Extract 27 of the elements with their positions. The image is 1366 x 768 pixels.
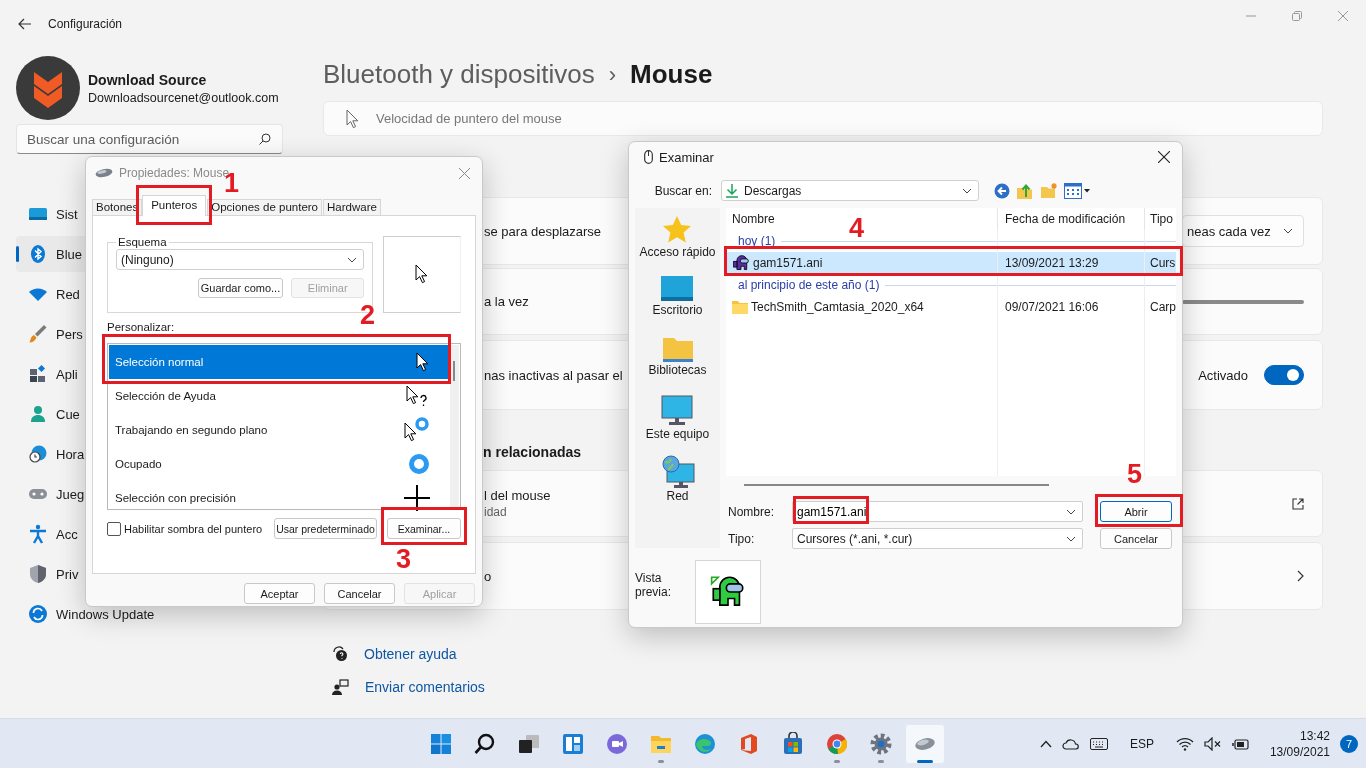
step-number: 2	[360, 302, 376, 329]
step-number: 3	[396, 546, 412, 573]
breadcrumb-separator: ›	[608, 61, 617, 88]
profile-email: Downloadsourcenet@outlook.com	[88, 90, 279, 105]
field-label: Nombre:	[727, 504, 775, 519]
profile-name: Download Source	[88, 71, 208, 88]
clock-date: 13/09/2021	[1269, 743, 1330, 760]
window-title: Configuración	[48, 17, 123, 31]
dialog-title: Examinar	[659, 149, 714, 165]
field-label: Buscar en:	[653, 183, 713, 198]
clock-time: 13:42	[1299, 727, 1330, 744]
page-title: Mouse	[630, 59, 713, 90]
setting-description: idad	[484, 505, 508, 519]
setting-label: l del mouse	[484, 488, 551, 503]
preview-label: Vista previa:	[635, 570, 673, 599]
setting-label: se para desplazarse	[484, 223, 602, 239]
setting-label: a la vez	[484, 294, 529, 309]
list-label: Personalizar:	[107, 321, 176, 334]
step-number: 4	[849, 215, 865, 242]
setting-label: nas inactivas al pasar el	[484, 367, 623, 383]
setting-label: o	[484, 568, 492, 584]
field-label: Tipo:	[727, 531, 756, 546]
setting-label: Velocidad de puntero del mouse	[376, 111, 562, 126]
group-label: Esquema	[117, 236, 168, 248]
toggle-label: Activado	[1198, 367, 1248, 383]
section-heading: n relacionadas	[483, 443, 583, 462]
step-number: 5	[1127, 461, 1143, 488]
